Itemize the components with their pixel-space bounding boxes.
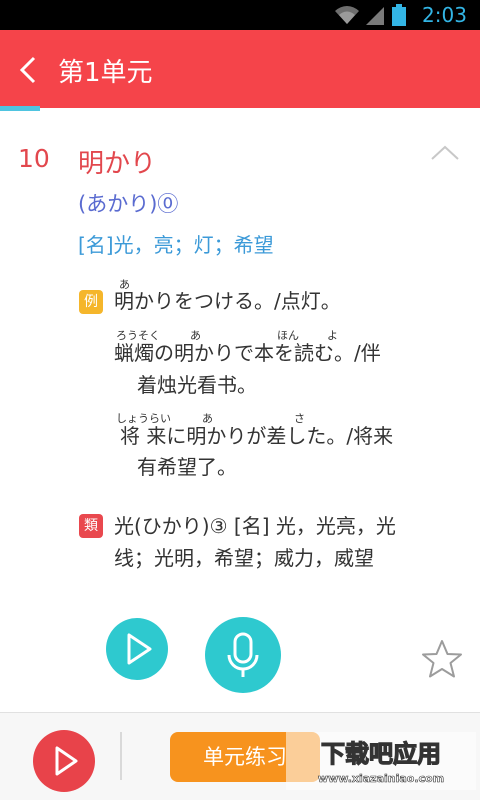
- entry-word: 明かり: [78, 149, 157, 179]
- similar-tag: 類: [79, 514, 103, 538]
- star-icon[interactable]: [420, 638, 464, 680]
- entry-meaning: [名]光，亮；灯；希望: [78, 233, 274, 257]
- watermark-logo: 下载吧应用 www.xiazainiao.com: [286, 732, 476, 790]
- back-arrow-icon[interactable]: [14, 52, 44, 88]
- status-bar: 2:03: [0, 0, 480, 30]
- play-audio-button[interactable]: [106, 618, 168, 680]
- example-sentence-2: 蝋燭の明かりで本を読む。/伴: [114, 341, 381, 365]
- autoplay-button[interactable]: [33, 730, 95, 792]
- example-sentence-1: 明かりをつける。/点灯。: [114, 289, 341, 313]
- example-sentence-3: 将 来に明かりが差した。/将来: [120, 424, 394, 448]
- svg-text:www.xiazainiao.com: www.xiazainiao.com: [318, 772, 444, 785]
- example-tag: 例: [79, 290, 103, 314]
- svg-text:下载吧应用: 下载吧应用: [321, 740, 441, 768]
- wifi-icon: [335, 6, 359, 24]
- status-time: 2:03: [422, 3, 467, 27]
- page-title: 第1单元: [58, 58, 153, 88]
- example-sentence-2-cont: 着烛光看书。: [137, 373, 257, 397]
- example-sentence-3-cont: 有希望了。: [137, 455, 237, 479]
- entry-reading: (あかり)⓪: [78, 192, 179, 216]
- microphone-icon: [227, 632, 259, 677]
- divider: [120, 732, 122, 780]
- app-header: 第1单元: [0, 30, 480, 108]
- play-icon: [55, 746, 78, 776]
- record-button[interactable]: [205, 617, 281, 693]
- similar-word-text: 光(ひかり)③ [名] 光，光亮，光线；光明，希望；威力，威望: [114, 514, 396, 570]
- battery-icon: [392, 4, 406, 26]
- signal-icon: [366, 7, 384, 25]
- chevron-up-icon[interactable]: [430, 143, 460, 163]
- play-icon: [127, 633, 152, 665]
- progress-indicator: [0, 106, 40, 111]
- entry-number: 10: [18, 144, 50, 173]
